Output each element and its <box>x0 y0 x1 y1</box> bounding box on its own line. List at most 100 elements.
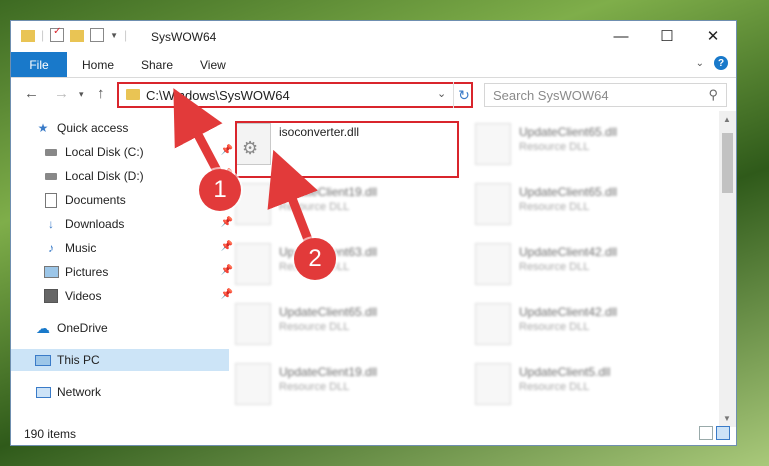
new-folder-icon[interactable] <box>70 29 85 42</box>
file-name: UpdateClient42.dll <box>519 245 618 259</box>
explorer-window: | ✓ ▼ | SysWOW64 — ☐ ✕ File Home Share V… <box>10 20 737 446</box>
sidebar-item-downloads[interactable]: ↓ Downloads 📌 <box>11 213 237 235</box>
properties-icon[interactable]: ✓ <box>50 26 65 42</box>
sidebar-item-label: This PC <box>57 353 100 367</box>
file-name: UpdateClient5.dll <box>519 365 611 379</box>
help-icon[interactable]: ? <box>714 56 728 70</box>
file-name: UpdateClient65.dll <box>519 125 618 139</box>
recent-locations-icon[interactable]: ▾ <box>79 89 84 100</box>
address-path[interactable]: C:\Windows\SysWOW64 <box>146 88 290 103</box>
computer-icon <box>35 352 51 368</box>
file-item[interactable]: UpdateClient42.dll Resource DLL <box>475 299 705 347</box>
callout-1: 1 <box>199 169 241 211</box>
network-icon <box>35 384 51 400</box>
file-type: Resource DLL <box>519 321 590 333</box>
refresh-icon[interactable]: ↻ <box>453 82 474 108</box>
sidebar-item-label: Downloads <box>65 217 125 231</box>
dll-file-icon <box>475 303 511 345</box>
file-item[interactable]: UpdateClient5.dll Resource DLL <box>475 359 705 407</box>
details-view-icon[interactable] <box>699 426 713 440</box>
star-icon: ★ <box>37 121 49 135</box>
view-toggle <box>699 426 730 440</box>
sidebar-item-label: Network <box>57 385 102 399</box>
address-bar[interactable]: C:\Windows\SysWOW64 ⌄ ↻ <box>117 82 473 108</box>
sidebar-item-quick-access[interactable]: ★ Quick access <box>11 117 229 139</box>
chevron-down-icon[interactable]: ⌄ <box>437 87 446 100</box>
drive-icon <box>43 168 59 184</box>
dll-file-icon <box>475 363 511 405</box>
ribbon-tabs: File Home Share View ⌄ ? <box>11 52 736 78</box>
file-item[interactable]: UpdateClient19.dll Resource DLL <box>235 179 465 227</box>
pictures-icon <box>43 264 59 280</box>
dll-file-icon <box>475 123 511 165</box>
file-item[interactable]: UpdateClient65.dll Resource DLL <box>475 119 705 167</box>
file-type: Resource DLL <box>519 381 590 393</box>
vertical-scrollbar[interactable]: ▲ ▼ <box>719 111 736 427</box>
forward-icon[interactable]: → <box>54 85 69 102</box>
divider: | <box>41 28 45 42</box>
close-button[interactable]: ✕ <box>690 21 736 51</box>
callout-2: 2 <box>294 238 336 280</box>
minimize-button[interactable]: — <box>598 21 644 51</box>
file-type: Resource DLL <box>279 321 350 333</box>
file-item[interactable]: UpdateClient63.dll Resource DLL <box>235 239 465 287</box>
file-highlight-box <box>235 121 459 178</box>
navigation-bar: ← → ▾ ↑ C:\Windows\SysWOW64 ⌄ ↻ Search S… <box>11 79 736 111</box>
maximize-button[interactable]: ☐ <box>644 21 690 51</box>
sidebar-item-label: Music <box>65 241 97 255</box>
scrollbar-thumb[interactable] <box>722 133 733 193</box>
tiles-view-icon[interactable] <box>716 426 730 440</box>
search-icon[interactable]: ⚲ <box>708 87 718 103</box>
divider: | <box>124 28 128 42</box>
customize-icon[interactable] <box>90 28 105 42</box>
folder-icon <box>126 89 140 100</box>
dll-file-icon <box>475 243 511 285</box>
window-title: SysWOW64 <box>151 30 217 44</box>
sidebar-item-network[interactable]: Network <box>11 381 229 403</box>
sidebar-item-label: OneDrive <box>57 321 108 335</box>
dll-file-icon <box>235 363 271 405</box>
title-bar: | ✓ ▼ | SysWOW64 — ☐ ✕ <box>11 21 736 51</box>
status-bar: 190 items <box>11 421 736 445</box>
file-name: UpdateClient19.dll <box>279 185 378 199</box>
sidebar-item-this-pc[interactable]: This PC <box>11 349 229 371</box>
sidebar-item-music[interactable]: ♪ Music 📌 <box>11 237 237 259</box>
sidebar-item-local-disk-c[interactable]: Local Disk (C:) 📌 <box>11 141 237 163</box>
sidebar-item-onedrive[interactable]: ☁ OneDrive <box>11 317 229 339</box>
download-icon: ↓ <box>48 217 54 231</box>
file-item[interactable]: UpdateClient65.dll Resource DLL <box>235 299 465 347</box>
sidebar-item-label: Documents <box>65 193 126 207</box>
tab-share[interactable]: Share <box>141 52 173 77</box>
sidebar-item-videos[interactable]: Videos 📌 <box>11 285 237 307</box>
file-type: Resource DLL <box>279 381 350 393</box>
sidebar-item-pictures[interactable]: Pictures 📌 <box>11 261 237 283</box>
tab-view[interactable]: View <box>200 52 226 77</box>
expand-ribbon-icon[interactable]: ⌄ <box>696 58 704 69</box>
file-name: UpdateClient65.dll <box>279 305 378 319</box>
file-item[interactable]: UpdateClient65.dll Resource DLL <box>475 179 705 227</box>
tab-file[interactable]: File <box>11 52 67 77</box>
chevron-down-icon[interactable]: ▼ <box>110 31 118 40</box>
up-icon[interactable]: ↑ <box>97 85 105 102</box>
ribbon-controls: ⌄ ? <box>696 56 728 70</box>
search-input[interactable]: Search SysWOW64 ⚲ <box>484 83 727 107</box>
back-icon[interactable]: ← <box>24 85 39 102</box>
item-count: 190 items <box>24 427 77 441</box>
file-name: UpdateClient19.dll <box>279 365 378 379</box>
file-item[interactable]: UpdateClient19.dll Resource DLL <box>235 359 465 407</box>
music-icon: ♪ <box>48 241 54 255</box>
folder-icon[interactable] <box>21 29 35 42</box>
sidebar-item-label: Local Disk (D:) <box>65 169 144 183</box>
tab-home[interactable]: Home <box>82 52 114 77</box>
file-item[interactable]: UpdateClient42.dll Resource DLL <box>475 239 705 287</box>
window-controls: — ☐ ✕ <box>598 21 736 51</box>
scroll-up-icon[interactable]: ▲ <box>723 115 731 124</box>
navigation-pane: ★ Quick access Local Disk (C:) 📌 Local D… <box>11 117 233 417</box>
quick-access-toolbar: | ✓ ▼ | <box>21 26 128 42</box>
dll-file-icon <box>475 183 511 225</box>
file-type: Resource DLL <box>279 201 350 213</box>
sidebar-item-label: Pictures <box>65 265 109 279</box>
sidebar-item-label: Quick access <box>57 121 129 135</box>
dll-file-icon <box>235 243 271 285</box>
file-name: UpdateClient42.dll <box>519 305 618 319</box>
